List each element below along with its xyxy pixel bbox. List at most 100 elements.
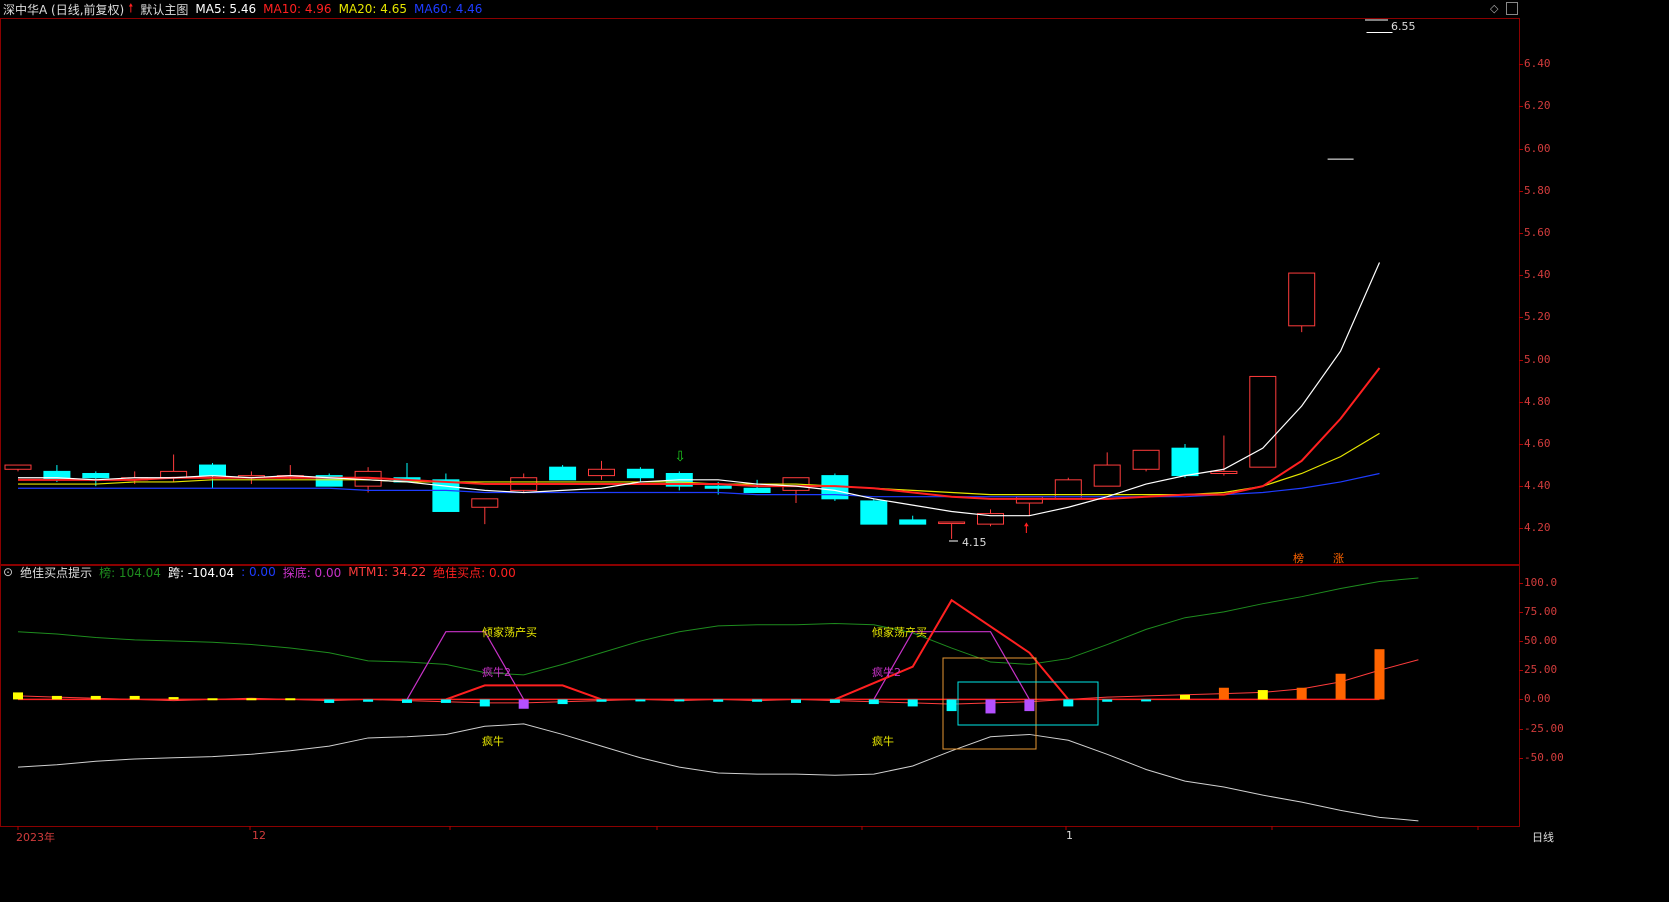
indicator-tick-mark <box>1519 670 1523 672</box>
indicator-collapse-icon[interactable]: ⊙ <box>3 565 13 579</box>
candle-down <box>199 464 226 477</box>
indicator-bar <box>907 699 918 707</box>
indicator-bar <box>285 698 296 701</box>
indicator-bar <box>1335 673 1346 700</box>
indicator-bar <box>946 699 957 712</box>
indicator-bar <box>168 697 179 700</box>
indicator-bar <box>985 699 996 714</box>
indicator-bar <box>1063 699 1074 707</box>
candle-down <box>860 500 888 525</box>
ma20-label: MA20: 4.65 <box>338 2 407 16</box>
main-header: 深中华A (日线,前复权) 🠕 默认主图 MA5: 5.46 MA10: 4.9… <box>0 0 489 18</box>
price-tick-mark <box>1519 401 1523 403</box>
price-tick: 6.00 <box>1524 141 1551 155</box>
indicator-bar <box>635 699 646 702</box>
indicator-bar <box>324 699 335 703</box>
low-price-label: 4.15 <box>962 536 987 549</box>
blank-value: : 0.00 <box>241 565 276 579</box>
bang-tag: 榜 <box>1293 552 1304 565</box>
indicator-bar <box>1218 687 1229 700</box>
price-tick: 4.40 <box>1524 479 1551 493</box>
indicator-bar <box>1102 699 1113 702</box>
price-tick-mark <box>1519 317 1523 319</box>
indicator-name[interactable]: 绝佳买点提示 <box>20 564 92 581</box>
price-tick: 4.80 <box>1524 394 1551 408</box>
price-tick: 4.20 <box>1524 521 1551 535</box>
candle-up <box>1054 479 1082 500</box>
indicator-tick: 0.00 <box>1524 692 1551 706</box>
candle-down <box>704 485 732 489</box>
indicator-tick-mark <box>1519 611 1523 613</box>
indicator-tick-mark <box>1519 641 1523 643</box>
candle-up <box>1093 464 1121 487</box>
panel-toggle-icon[interactable] <box>1506 2 1518 15</box>
price-tick-mark <box>1519 275 1523 277</box>
indicator-bar <box>1296 687 1307 700</box>
indicator-tick: -25.00 <box>1524 721 1564 735</box>
fn2-label-2: 疯牛2 <box>872 666 901 679</box>
indicator-tick: 25.00 <box>1524 663 1558 677</box>
indicator-bar <box>51 695 62 700</box>
indicator-bar <box>402 699 412 703</box>
price-tick-mark <box>1519 232 1523 234</box>
price-tick: 5.80 <box>1524 183 1551 197</box>
ma10-label: MA10: 4.96 <box>263 2 332 16</box>
indicator-bar <box>1257 690 1268 700</box>
qjdcm-label-1: 倾家荡产买 <box>482 626 537 639</box>
indicator-tick-mark <box>1519 699 1523 701</box>
candle-down <box>626 468 654 479</box>
price-tick: 5.40 <box>1524 268 1551 282</box>
stock-title[interactable]: 深中华A (日线,前复权) <box>3 1 124 18</box>
price-tick-mark <box>1519 148 1523 150</box>
up-arrow-icon: 🠕 <box>1023 521 1029 537</box>
price-tick-mark <box>1519 64 1523 66</box>
candle-down <box>1171 447 1199 477</box>
candle-up <box>1210 470 1238 474</box>
indicator-tick-mark <box>1519 757 1523 759</box>
price-tick: 6.20 <box>1524 99 1551 113</box>
ma5-label: MA5: 5.46 <box>195 2 257 16</box>
x-label-dec: 12 <box>252 829 266 842</box>
indicator-bar <box>1374 649 1385 700</box>
indicator-tick: -50.00 <box>1524 750 1564 764</box>
up-arrow-icon: 🠕 <box>128 0 134 15</box>
price-tick-mark <box>1519 443 1523 445</box>
indicator-bar <box>868 699 879 705</box>
indicator-bar <box>674 699 685 702</box>
candle-up <box>1288 272 1316 327</box>
bang-value: 榜: 104.04 <box>99 565 161 580</box>
bang-line <box>17 577 1419 676</box>
candle-up <box>4 464 32 470</box>
indicator-bar <box>1180 694 1190 700</box>
indicator-tick: 75.00 <box>1524 604 1558 618</box>
red-signal-2 <box>834 598 1070 701</box>
candle-up <box>938 521 966 525</box>
fn2-label-1: 疯牛2 <box>482 666 511 679</box>
price-tick: 5.20 <box>1524 310 1551 324</box>
chart-svg[interactable]: ⇩🠕 <box>0 0 1669 902</box>
price-tick: 5.60 <box>1524 225 1551 239</box>
price-tick: 4.60 <box>1524 436 1551 450</box>
tandi-value: 探底: 0.00 <box>282 565 342 580</box>
x-label-year: 2023年 <box>16 831 55 844</box>
candle-down <box>549 466 577 481</box>
ma60-label: MA60: 4.46 <box>414 2 483 16</box>
diamond-icon[interactable]: ◇ <box>1490 2 1498 15</box>
fn-label-1: 疯牛 <box>482 735 504 748</box>
indicator-tick: 50.00 <box>1524 634 1558 648</box>
template-name[interactable]: 默认主图 <box>140 1 188 18</box>
indicator-bar <box>752 699 763 702</box>
indicator-bar <box>363 699 374 702</box>
fn-label-2: 疯牛 <box>872 735 894 748</box>
mtm1-line <box>17 659 1419 705</box>
indicator-bar <box>440 699 451 703</box>
period-button[interactable]: 日线 <box>1532 829 1554 845</box>
candle-down <box>899 519 927 525</box>
price-tick-mark <box>1519 190 1523 192</box>
indicator-bar <box>791 699 801 703</box>
price-tick: 5.00 <box>1524 352 1551 366</box>
indicator-bar <box>1141 699 1152 702</box>
indicator-bar <box>518 699 529 709</box>
down-arrow-icon: ⇩ <box>674 449 686 465</box>
indicator-bar <box>246 698 257 701</box>
